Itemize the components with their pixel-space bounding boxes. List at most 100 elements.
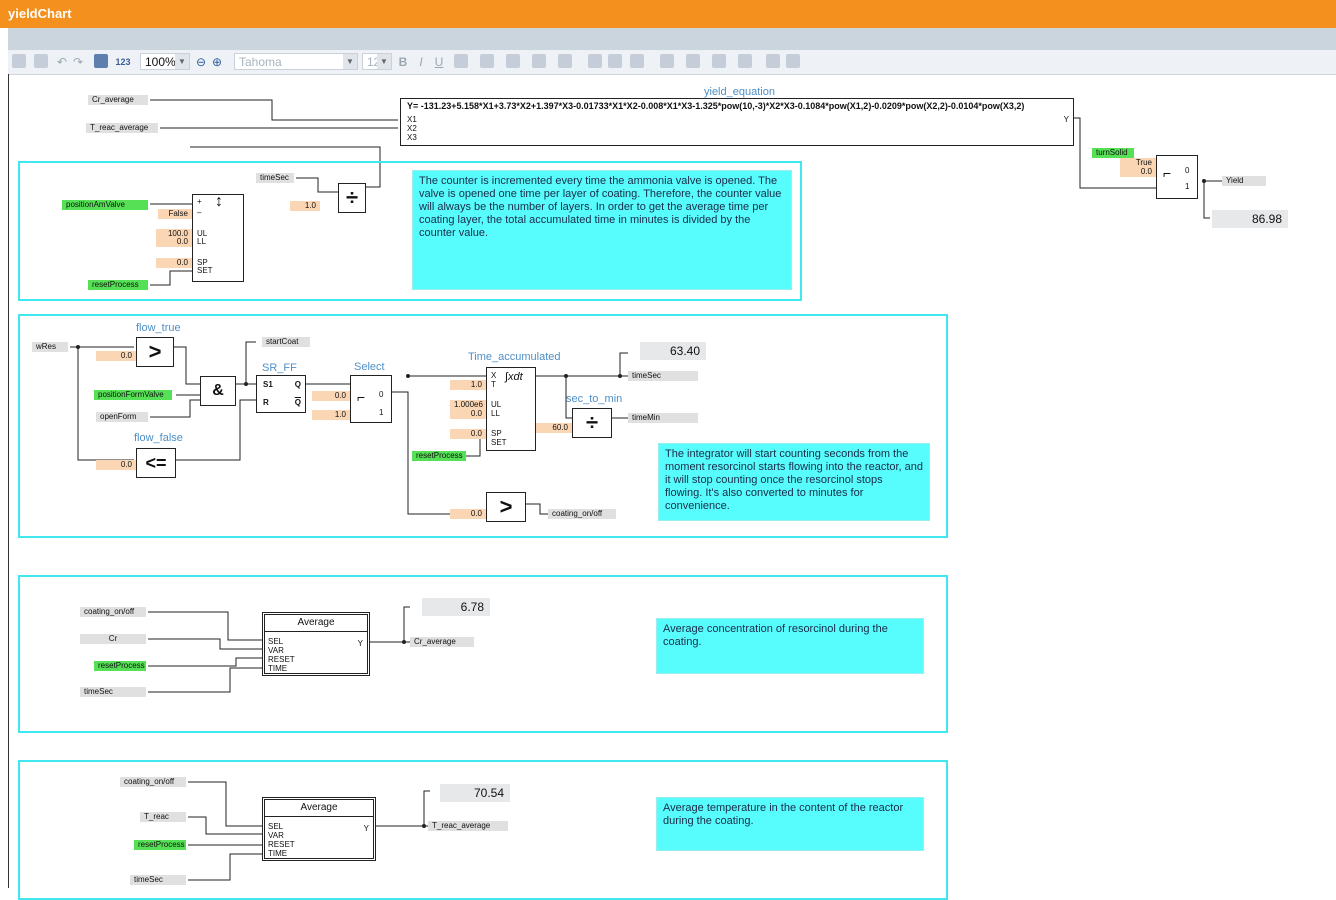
port-ll: LL bbox=[197, 237, 206, 246]
signal-timesec-in[interactable]: timeSec bbox=[256, 173, 294, 183]
flow-true-compare[interactable]: > bbox=[136, 337, 174, 367]
time-accumulated-title: Time_accumulated bbox=[468, 351, 561, 363]
signal-timesec-3[interactable]: timeSec bbox=[80, 687, 146, 697]
port-s1: S1 bbox=[263, 380, 273, 389]
counter-arrow-icon: ↕ bbox=[215, 193, 223, 210]
port-var: VAR bbox=[268, 831, 284, 840]
yield-equation-title: yield_equation bbox=[704, 86, 775, 98]
port-ll: LL bbox=[491, 409, 500, 418]
signal-yield[interactable]: Yield bbox=[1222, 176, 1266, 186]
flow-true-const[interactable]: 0.0 bbox=[96, 351, 136, 361]
average-title: Average bbox=[297, 617, 335, 628]
signal-t-reac[interactable]: T_reac bbox=[140, 812, 186, 822]
signal-reset-process-3[interactable]: resetProcess bbox=[94, 661, 146, 671]
divide-block[interactable]: ÷ bbox=[338, 183, 366, 213]
port-y: Y bbox=[357, 639, 363, 648]
coating-compare[interactable]: > bbox=[486, 492, 526, 522]
t-average-block[interactable]: Average SEL VAR RESET TIME Y bbox=[262, 797, 376, 861]
average-divider bbox=[265, 816, 373, 817]
signal-coating-on-off-2[interactable]: coating_on/off bbox=[120, 777, 186, 787]
coating-cmp-const[interactable]: 0.0 bbox=[450, 509, 486, 519]
yield-formula: Y= -131.23+5.158*X1+3.73*X2+1.397*X3-0.0… bbox=[407, 101, 1025, 111]
switch-const[interactable]: 0.0 bbox=[1120, 167, 1156, 177]
select-switch-block[interactable]: 0 1 ⌐ bbox=[350, 375, 392, 423]
select-in0[interactable]: 0.0 bbox=[312, 391, 350, 401]
signal-start-coat[interactable]: startCoat bbox=[262, 337, 310, 347]
port-reset: RESET bbox=[268, 840, 295, 849]
sec-to-min-block[interactable]: ÷ bbox=[572, 408, 612, 438]
select-in1[interactable]: 1.0 bbox=[312, 410, 350, 420]
signal-cr[interactable]: Cr bbox=[80, 634, 146, 644]
select-pos0: 0 bbox=[379, 390, 384, 399]
switch-pos0: 0 bbox=[1185, 166, 1190, 175]
t-average-note: Average temperature in the content of th… bbox=[656, 797, 924, 851]
cr-average-block[interactable]: Average SEL VAR RESET TIME Y bbox=[262, 612, 370, 676]
port-x2: X2 bbox=[407, 124, 417, 133]
yield-display: 86.98 bbox=[1212, 210, 1288, 228]
signal-cr-average-out[interactable]: Cr_average bbox=[410, 637, 474, 647]
signal-coating-on-off-1[interactable]: coating_on/off bbox=[80, 607, 146, 617]
sec-to-min-const[interactable]: 60.0 bbox=[536, 423, 572, 433]
port-set: SET bbox=[197, 266, 213, 275]
yield-switch-block[interactable]: 0 1 ⌐ bbox=[1156, 155, 1198, 199]
select-pos1: 1 bbox=[379, 408, 384, 417]
port-var: VAR bbox=[268, 646, 284, 655]
divide-const[interactable]: 1.0 bbox=[290, 201, 320, 211]
port-plus: + bbox=[197, 197, 202, 206]
time-t-val[interactable]: 1.0 bbox=[450, 380, 486, 390]
signal-cr-average[interactable]: Cr_average bbox=[88, 95, 148, 105]
switch-pos1: 1 bbox=[1185, 182, 1190, 191]
counter-sp-val[interactable]: 0.0 bbox=[156, 258, 192, 268]
flow-false-const[interactable]: 0.0 bbox=[96, 460, 136, 470]
signal-open-form[interactable]: openForm bbox=[96, 412, 148, 422]
yield-equation-block[interactable]: Y= -131.23+5.158*X1+3.73*X2+1.397*X3-0.0… bbox=[400, 98, 1074, 146]
port-sel: SEL bbox=[268, 822, 284, 831]
switch-lever-icon: ⌐ bbox=[1163, 165, 1172, 181]
sr-flipflop-block[interactable]: S1 R Q Q bbox=[256, 375, 306, 413]
cr-average-note: Average concentration of resorcinol duri… bbox=[656, 618, 924, 674]
signal-time-min[interactable]: timeMin bbox=[628, 413, 698, 423]
time-sp-val[interactable]: 0.0 bbox=[450, 429, 486, 439]
signal-reset-process-2[interactable]: resetProcess bbox=[412, 451, 466, 461]
counter-false-tag[interactable]: False bbox=[158, 209, 192, 219]
port-t: T bbox=[491, 380, 496, 389]
flow-false-title: flow_false bbox=[134, 432, 183, 444]
average-title: Average bbox=[300, 802, 338, 813]
signal-timesec-out[interactable]: timeSec bbox=[628, 371, 698, 381]
counter-ll-val[interactable]: 0.0 bbox=[156, 237, 192, 247]
flow-false-compare[interactable]: <= bbox=[136, 448, 176, 478]
port-minus: – bbox=[197, 208, 202, 217]
port-x3: X3 bbox=[407, 133, 417, 142]
signal-position-am-valve[interactable]: positionAmValve bbox=[62, 200, 148, 210]
time-accumulated-display: 63.40 bbox=[640, 342, 706, 360]
signal-turn-solid[interactable]: turnSolid bbox=[1092, 148, 1134, 158]
select-lever-icon: ⌐ bbox=[357, 389, 366, 405]
counter-block[interactable]: + – ↕ UL LL SP SET bbox=[192, 194, 244, 282]
port-q: Q bbox=[294, 380, 301, 389]
signal-position-form-valve[interactable]: positionFormValve bbox=[94, 390, 172, 400]
signal-reset-process-4[interactable]: resetProcess bbox=[134, 840, 186, 850]
port-y: Y bbox=[1063, 115, 1069, 124]
port-reset: RESET bbox=[268, 655, 295, 664]
and-gate[interactable]: & bbox=[200, 376, 236, 406]
signal-coating-on-off-out[interactable]: coating_on/off bbox=[548, 509, 616, 519]
integrator-block[interactable]: X T ∫xdt UL LL SP SET bbox=[486, 367, 536, 451]
signal-wres[interactable]: wRes bbox=[32, 342, 68, 352]
signal-timesec-4[interactable]: timeSec bbox=[130, 875, 186, 885]
port-x1: X1 bbox=[407, 115, 417, 124]
port-sp: SP bbox=[491, 429, 502, 438]
port-ul: UL bbox=[491, 400, 502, 409]
average-divider bbox=[265, 631, 367, 632]
signal-reset-process-1[interactable]: resetProcess bbox=[88, 280, 148, 290]
t-average-display: 70.54 bbox=[440, 784, 510, 802]
signal-t-reac-average-out[interactable]: T_reac_average bbox=[428, 821, 508, 831]
port-qbar: Q bbox=[294, 398, 301, 407]
cr-average-display: 6.78 bbox=[422, 598, 490, 616]
port-time: TIME bbox=[268, 664, 288, 673]
port-x: X bbox=[491, 371, 497, 380]
port-time: TIME bbox=[268, 849, 288, 858]
integrator-note: The integrator will start counting secon… bbox=[658, 443, 930, 521]
time-ll-val[interactable]: 0.0 bbox=[450, 409, 486, 419]
signal-t-reac-average[interactable]: T_reac_average bbox=[86, 123, 158, 133]
sec-to-min-title: sec_to_min bbox=[566, 393, 623, 405]
